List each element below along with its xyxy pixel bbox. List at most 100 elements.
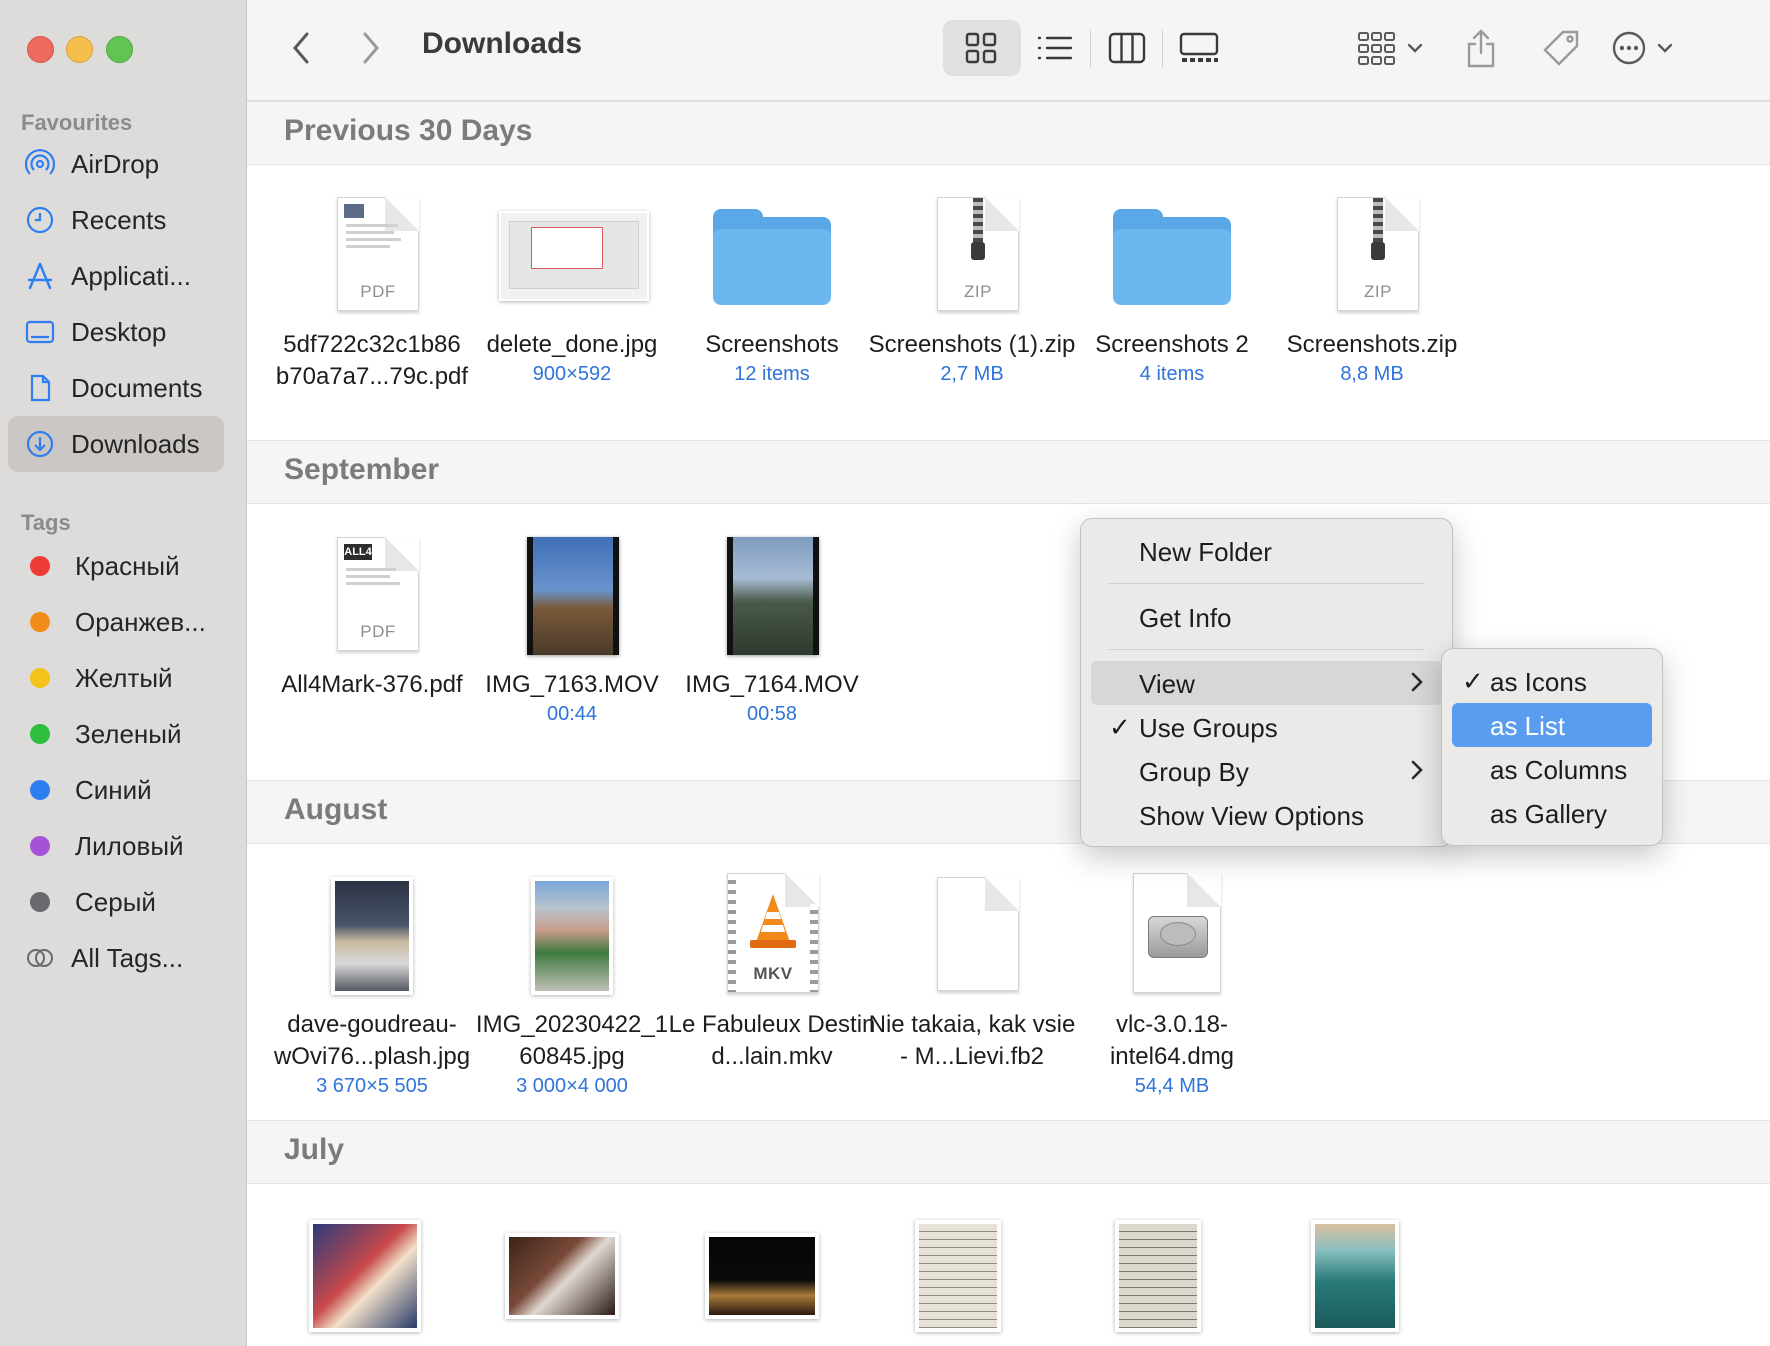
- file-item[interactable]: vlc-3.0.18-intel64.dmg 54,4 MB: [1063, 863, 1281, 1099]
- tag-icon: [1543, 30, 1579, 66]
- sidebar-item-documents[interactable]: Documents: [8, 360, 224, 416]
- sidebar-item-recents[interactable]: Recents: [8, 192, 224, 248]
- image-thumbnail[interactable]: [309, 1220, 421, 1332]
- file-item[interactable]: ZIP Screenshots.zip 8,8 MB: [1263, 183, 1481, 387]
- group-by-button[interactable]: [1345, 24, 1435, 72]
- view-submenu: ✓ as Icons as List as Columns as Gallery: [1441, 648, 1663, 846]
- file-name: Screenshots (1).zip: [868, 331, 1076, 358]
- file-item[interactable]: MKV Le Fabuleux Destin d...lain.mkv: [663, 863, 881, 1073]
- file-item[interactable]: ALL4 PDF All4Mark-376.pdf: [263, 523, 481, 701]
- file-item[interactable]: delete_done.jpg 900×592: [463, 183, 681, 387]
- menu-item-get-info[interactable]: Get Info: [1091, 595, 1442, 639]
- tag-color-dot: [30, 780, 50, 800]
- back-button[interactable]: [281, 28, 321, 68]
- sidebar-tag-green[interactable]: Зеленый: [8, 706, 224, 762]
- close-window-button[interactable]: [27, 36, 54, 63]
- zip-file-icon: ZIP: [1263, 183, 1481, 323]
- sidebar-item-label: Desktop: [71, 316, 167, 347]
- menu-item-group-by[interactable]: Group By: [1091, 749, 1442, 793]
- submenu-item-label: as Columns: [1490, 755, 1628, 785]
- image-thumbnail[interactable]: [1115, 1220, 1201, 1332]
- file-meta: 8,8 MB: [1340, 363, 1404, 385]
- file-kind-label: ZIP: [964, 282, 992, 301]
- sidebar-tag-gray[interactable]: Серый: [8, 874, 224, 930]
- file-name: dave-goudreau-wOvi76...plash.jpg: [273, 1011, 471, 1070]
- file-item[interactable]: IMG_7164.MOV 00:58: [663, 523, 881, 727]
- view-gallery-button[interactable]: [1167, 26, 1231, 70]
- sidebar-item-label: AirDrop: [71, 148, 160, 179]
- view-icons-button[interactable]: [943, 20, 1021, 76]
- menu-item-show-view-options[interactable]: Show View Options: [1091, 793, 1442, 837]
- airdrop-icon: [25, 149, 55, 179]
- file-kind-label: PDF: [360, 622, 396, 641]
- submenu-item-as-gallery[interactable]: as Gallery: [1452, 791, 1652, 835]
- menu-item-new-folder[interactable]: New Folder: [1091, 529, 1442, 573]
- file-item[interactable]: IMG_20230422_1 60845.jpg 3 000×4 000: [463, 863, 681, 1099]
- image-thumbnail[interactable]: [705, 1233, 819, 1319]
- tag-color-dot: [30, 892, 50, 912]
- file-item[interactable]: Screenshots 12 items: [663, 183, 881, 387]
- menu-separator: [1109, 583, 1424, 584]
- submenu-item-as-list[interactable]: as List: [1452, 703, 1652, 747]
- sidebar: Favourites AirDrop Recents Applicati... …: [0, 0, 247, 1346]
- sidebar-item-desktop[interactable]: Desktop: [8, 304, 224, 360]
- checkmark-icon: ✓: [1462, 666, 1484, 696]
- document-icon: [25, 373, 55, 403]
- submenu-item-as-icons[interactable]: ✓ as Icons: [1452, 659, 1652, 703]
- video-thumbnail: [663, 523, 881, 663]
- file-item[interactable]: Nie takaia, kak vsie - M...Lievi.fb2: [863, 863, 1081, 1073]
- sidebar-tag-orange[interactable]: Оранжев...: [8, 594, 224, 650]
- sidebar-tag-purple[interactable]: Лиловый: [8, 818, 224, 874]
- sidebar-item-airdrop[interactable]: AirDrop: [8, 136, 224, 192]
- sidebar-item-downloads[interactable]: Downloads: [8, 416, 224, 472]
- file-item[interactable]: IMG_7163.MOV 00:44: [463, 523, 681, 727]
- group-title: August: [284, 793, 388, 826]
- context-menu: New Folder Get Info View ✓ Use Groups Gr…: [1080, 518, 1453, 847]
- sidebar-item-label: Downloads: [71, 428, 200, 459]
- sidebar-tag-yellow[interactable]: Желтый: [8, 650, 224, 706]
- favourites-heading: Favourites: [21, 110, 133, 135]
- file-item[interactable]: ZIP Screenshots (1).zip 2,7 MB: [863, 183, 1081, 387]
- tag-color-dot: [30, 612, 50, 632]
- file-item[interactable]: dave-goudreau-wOvi76...plash.jpg 3 670×5…: [263, 863, 481, 1099]
- image-thumbnail[interactable]: [505, 1233, 619, 1319]
- file-meta: 3 000×4 000: [516, 1075, 628, 1097]
- menu-item-view[interactable]: View: [1091, 661, 1442, 705]
- sidebar-tag-blue[interactable]: Синий: [8, 762, 224, 818]
- forward-button[interactable]: [351, 28, 391, 68]
- file-meta: 00:58: [746, 703, 798, 725]
- applications-icon: [25, 261, 55, 291]
- menu-item-use-groups[interactable]: ✓ Use Groups: [1091, 705, 1442, 749]
- sidebar-tag-red[interactable]: Красный: [8, 538, 224, 594]
- file-name: Screenshots: [705, 331, 839, 358]
- file-name: vlc-3.0.18-intel64.dmg: [1109, 1011, 1235, 1070]
- download-icon: [25, 429, 55, 459]
- group-header: Previous 30 Days: [247, 101, 1770, 165]
- tag-color-dot: [30, 836, 50, 856]
- tag-button[interactable]: [1535, 22, 1587, 74]
- image-thumbnail[interactable]: [1311, 1220, 1399, 1332]
- view-list-button[interactable]: [1023, 26, 1087, 70]
- submenu-item-as-columns[interactable]: as Columns: [1452, 747, 1652, 791]
- sidebar-item-label: Зеленый: [75, 718, 182, 749]
- file-name: delete_done.jpg: [486, 331, 658, 358]
- grid-icon: [965, 32, 997, 64]
- file-item[interactable]: Screenshots 2 4 items: [1063, 183, 1281, 387]
- image-thumbnail: [263, 863, 481, 1003]
- sidebar-item-label: Желтый: [75, 662, 173, 693]
- minimize-window-button[interactable]: [66, 36, 93, 63]
- file-kind-label: MKV: [753, 964, 793, 983]
- share-button[interactable]: [1459, 22, 1503, 74]
- sidebar-all-tags[interactable]: All Tags...: [8, 930, 224, 986]
- mkv-file-icon: MKV: [663, 863, 881, 1003]
- more-actions-button[interactable]: [1597, 24, 1687, 72]
- menu-separator: [1109, 649, 1424, 650]
- image-thumbnail[interactable]: [915, 1220, 1001, 1332]
- view-columns-button[interactable]: [1095, 26, 1159, 70]
- menu-item-label: Group By: [1139, 757, 1249, 787]
- file-name: IMG_7163.MOV: [485, 671, 659, 698]
- sidebar-item-applications[interactable]: Applicati...: [8, 248, 224, 304]
- zoom-window-button[interactable]: [106, 36, 133, 63]
- group-title: September: [284, 453, 440, 486]
- file-item[interactable]: PDF 5df722c32c1b86 b70a7a7...79c.pdf: [263, 183, 481, 393]
